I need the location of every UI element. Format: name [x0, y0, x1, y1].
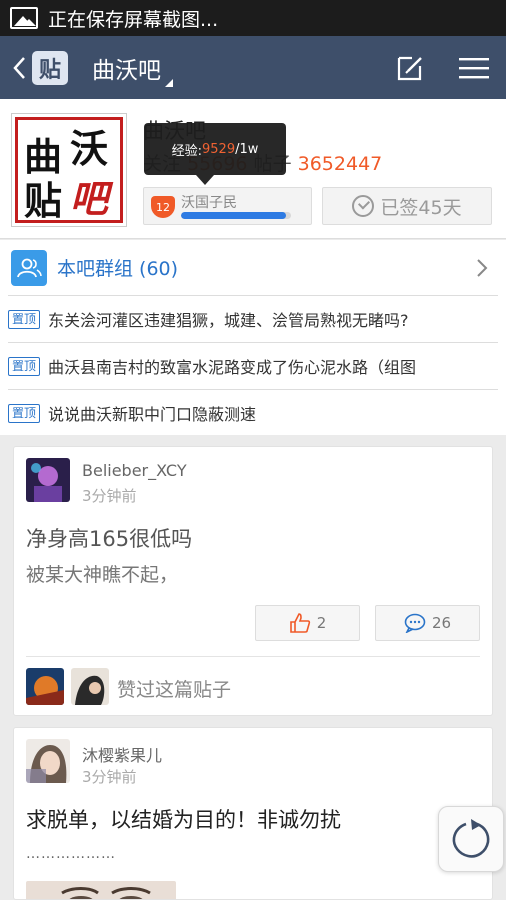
- comment-button[interactable]: 26: [375, 605, 480, 641]
- forum-title-dropdown[interactable]: 曲沃吧: [92, 51, 173, 87]
- member-level[interactable]: 12 沃国子民: [143, 187, 312, 225]
- edit-icon: [397, 56, 422, 80]
- pinned-tag: 置顶: [8, 403, 41, 423]
- post-time: 3分钟前: [82, 487, 137, 505]
- thread-excerpt: ………………: [26, 846, 116, 862]
- thread-title: 求脱单，以结婚为目的！非诚勿扰: [26, 808, 341, 832]
- check-circle-icon: [352, 195, 375, 217]
- exp-tooltip: 经验: 9529 /1w: [144, 123, 286, 185]
- forum-groups-row[interactable]: 本吧群组 (60): [0, 240, 506, 295]
- divider: [26, 656, 480, 657]
- pinned-thread[interactable]: 置顶 东关浍河灌区违建猖獗，城建、浍管局熟视无睹吗?: [8, 295, 498, 342]
- level-badge: 12: [151, 196, 175, 218]
- pinned-thread[interactable]: 置顶 说说曲沃新职中门口隐蔽测速: [8, 389, 498, 436]
- thumbs-up-icon: [289, 613, 310, 633]
- signin-button[interactable]: 已签45天: [322, 187, 492, 225]
- status-bar: 正在保存屏幕截图...: [0, 0, 506, 36]
- thread-title: 净身高165很低吗: [26, 527, 193, 551]
- pinned-thread[interactable]: 置顶 曲沃县南吉村的致富水泥路变成了伤心泥水路（组图: [8, 342, 498, 389]
- pinned-threads: 置顶 东关浍河灌区违建猖獗，城建、浍管局熟视无睹吗? 置顶 曲沃县南吉村的致富水…: [0, 295, 506, 435]
- thread-card[interactable]: Belieber_XCY 3分钟前 净身高165很低吗 被某大神瞧不起， 2 2…: [13, 446, 493, 716]
- chevron-left-icon: [13, 56, 25, 79]
- pinned-tag: 置顶: [8, 356, 41, 376]
- people-icon: [11, 249, 47, 286]
- back-button[interactable]: [0, 36, 30, 99]
- avatar[interactable]: [26, 458, 70, 502]
- groups-label: 本吧群组 (60): [57, 258, 179, 280]
- refresh-icon: [452, 819, 490, 858]
- username[interactable]: Belieber_XCY: [82, 461, 187, 480]
- thread-excerpt: 被某大神瞧不起，: [26, 564, 179, 586]
- nav-bar: 贴 曲沃吧: [0, 36, 506, 99]
- liked-text: 赞过这篇贴子: [117, 679, 232, 701]
- username[interactable]: 沐樱紫果儿: [82, 742, 162, 766]
- tieba-logo[interactable]: 贴: [32, 50, 68, 85]
- thread-card[interactable]: 沐樱紫果儿 3分钟前 求脱单，以结婚为目的！非诚勿扰 ………………: [13, 727, 493, 900]
- comment-icon: [404, 613, 426, 633]
- posts-count: 3652447: [297, 153, 383, 175]
- image-icon: [10, 7, 38, 29]
- forum-avatar[interactable]: 曲 沃 贴 吧: [11, 113, 127, 227]
- thread-image[interactable]: [26, 881, 176, 899]
- hamburger-icon: [459, 57, 489, 78]
- pinned-tag: 置顶: [8, 309, 41, 329]
- liker-avatar[interactable]: [26, 668, 64, 705]
- avatar[interactable]: [26, 739, 70, 783]
- status-text: 正在保存屏幕截图...: [48, 8, 219, 31]
- level-name: 沃国子民: [181, 195, 237, 211]
- liker-avatar[interactable]: [71, 668, 109, 705]
- post-time: 3分钟前: [82, 768, 137, 786]
- chevron-right-icon: [477, 258, 488, 277]
- level-progress: [181, 212, 291, 219]
- menu-button[interactable]: [442, 36, 506, 99]
- refresh-button[interactable]: [438, 806, 504, 872]
- like-button[interactable]: 2: [255, 605, 360, 641]
- compose-button[interactable]: [378, 36, 442, 99]
